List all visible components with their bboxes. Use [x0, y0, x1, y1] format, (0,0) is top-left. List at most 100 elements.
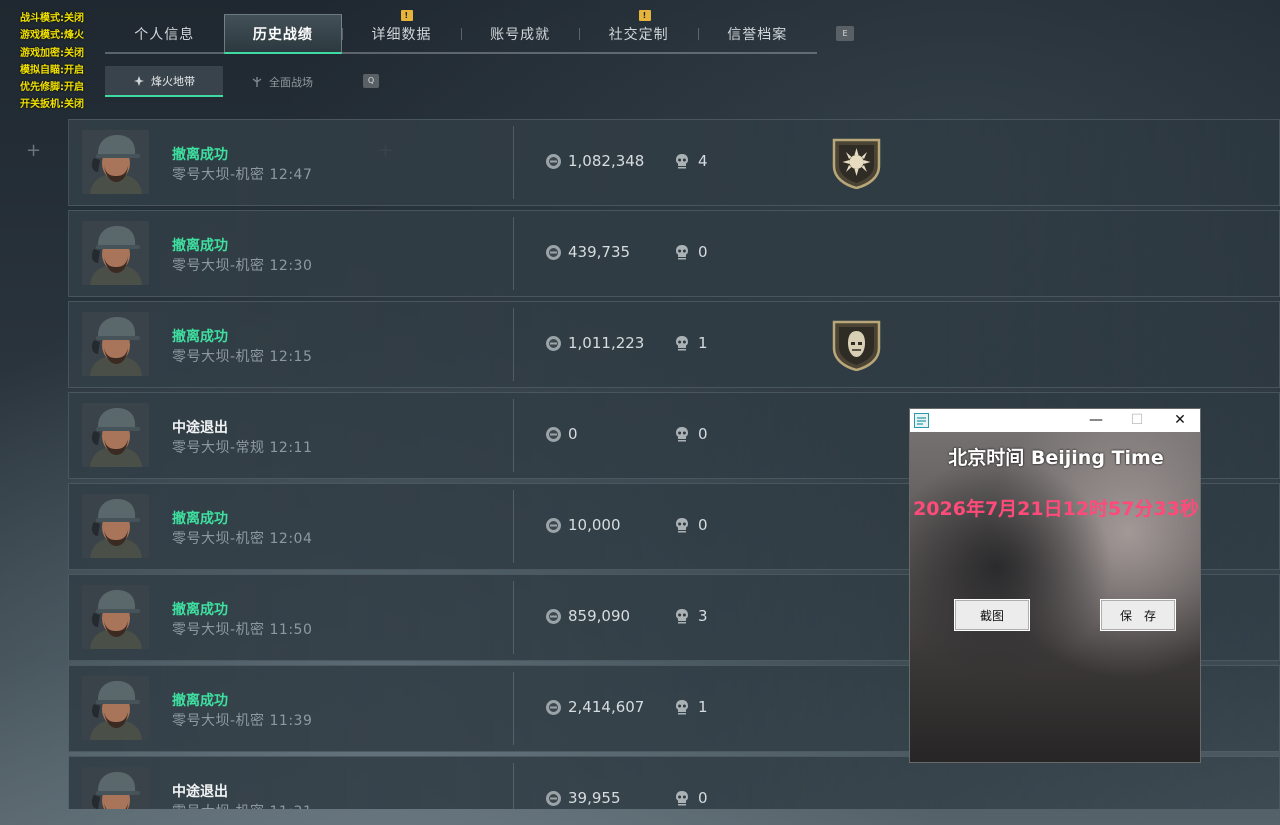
kill-count-text: 3	[698, 607, 708, 625]
operator-avatar	[82, 767, 149, 809]
operator-portrait-icon	[82, 494, 149, 558]
tab-social-customization[interactable]: 社交定制 !	[579, 10, 698, 54]
coin-icon	[546, 426, 561, 442]
map-and-time: 零号大坝-常规 12:11	[172, 440, 313, 456]
kill-count: 0	[674, 789, 708, 807]
clock-datetime: 2026年7月21日12时57分33秒	[913, 498, 1199, 520]
tab-account-achievements[interactable]: 账号成就	[460, 14, 580, 54]
tab-match-history[interactable]: 历史战绩	[223, 14, 343, 54]
skull-icon	[676, 518, 688, 533]
overlay-line: 开关扳机:关闭	[20, 99, 84, 111]
skull-icon	[676, 154, 688, 169]
tab-personal-info[interactable]: 个人信息	[105, 14, 224, 54]
subtab-hazard-zone[interactable]: 烽火地带	[105, 66, 223, 97]
loot-value: 10,000	[545, 516, 621, 534]
row-divider	[513, 126, 514, 199]
alert-badge-icon: !	[400, 10, 413, 21]
row-divider	[513, 581, 514, 654]
skull-icon	[676, 427, 688, 442]
match-record-row[interactable]: 撤离成功 零号大坝-机密 12:47 1,082,348 4	[68, 119, 1280, 206]
extraction-status: 撤离成功	[172, 511, 228, 527]
operator-avatar	[82, 403, 149, 467]
loot-value: 859,090	[545, 607, 630, 625]
operator-portrait-icon	[82, 221, 149, 285]
coin-icon	[546, 153, 561, 169]
extraction-status: 撤离成功	[172, 693, 228, 709]
beijing-time-window: — ☐ ✕ 北京时间 Beijing Time 2026年7月21日12时57分…	[909, 408, 1201, 763]
extraction-status: 撤离成功	[172, 147, 228, 163]
loot-value: 2,414,607	[545, 698, 644, 716]
row-divider	[513, 217, 514, 290]
kill-count-text: 0	[698, 516, 708, 534]
skull-icon	[676, 609, 688, 624]
operator-avatar	[82, 312, 149, 376]
row-divider	[513, 672, 514, 745]
row-divider	[513, 308, 514, 381]
match-record-row[interactable]: 中途退出 零号大坝-机密 11:31 39,955 0	[68, 756, 1280, 809]
mask-emblem-icon	[832, 320, 881, 371]
tab-label: 信誉档案	[727, 27, 788, 43]
tab-label: 账号成就	[490, 27, 551, 43]
subtab-full-battlefield[interactable]: 全面战场	[223, 66, 341, 97]
operator-portrait-icon	[82, 312, 149, 376]
match-record-row[interactable]: 撤离成功 零号大坝-机密 12:15 1,011,223 1	[68, 301, 1280, 388]
coin-icon	[546, 335, 561, 351]
skull-icon	[676, 700, 688, 715]
row-divider	[513, 763, 514, 809]
tab-label: 历史战绩	[252, 26, 313, 43]
loot-value-text: 859,090	[568, 607, 631, 625]
operator-avatar	[82, 585, 149, 649]
tab-label: 个人信息	[134, 27, 195, 43]
kill-count-text: 1	[698, 334, 708, 352]
app-icon	[914, 413, 929, 428]
operator-portrait-icon	[82, 130, 149, 194]
loot-value: 1,082,348	[545, 152, 644, 170]
loot-value-text: 2,414,607	[568, 698, 645, 716]
coin-icon	[546, 790, 561, 806]
kill-count: 1	[674, 334, 708, 352]
tab-detailed-data[interactable]: 详细数据 !	[342, 10, 461, 54]
kill-count: 0	[674, 516, 708, 534]
save-button[interactable]: 保 存	[1100, 599, 1176, 631]
map-and-time: 零号大坝-机密 11:50	[172, 622, 313, 638]
kill-count-text: 0	[698, 789, 708, 807]
kill-count: 4	[674, 152, 708, 170]
crosshair-mark-icon: +	[26, 140, 42, 161]
overlay-line: 战斗模式:关闭	[20, 13, 84, 24]
window-titlebar[interactable]: — ☐ ✕	[910, 409, 1200, 432]
operator-portrait-icon	[82, 585, 149, 649]
extraction-status: 中途退出	[172, 420, 228, 436]
extraction-status: 中途退出	[172, 784, 228, 800]
loot-value-text: 1,082,348	[568, 152, 645, 170]
map-and-time: 零号大坝-机密 12:30	[172, 258, 313, 274]
operator-portrait-icon	[82, 767, 149, 809]
tab-label: 详细数据	[371, 27, 432, 43]
map-and-time: 零号大坝-机密 12:15	[172, 349, 313, 365]
loot-value-text: 0	[568, 425, 578, 443]
coin-icon	[546, 244, 561, 260]
map-and-time: 零号大坝-机密 12:47	[172, 167, 313, 183]
beacon-icon	[134, 75, 144, 86]
map-and-time: 零号大坝-机密 11:31	[172, 801, 312, 809]
extraction-status: 撤离成功	[172, 602, 228, 618]
tab-reputation-record[interactable]: 信誉档案	[697, 14, 817, 54]
main-tab-bar: 个人信息 历史战绩 详细数据 ! 账号成就 社交定制 ! 信誉档案	[105, 10, 817, 54]
overlay-line: 游戏加密:关闭	[20, 47, 84, 59]
loot-value: 1,011,223	[545, 334, 644, 352]
subtab-next-key-hint[interactable]: Q	[363, 74, 379, 88]
minimize-button[interactable]: —	[1076, 409, 1116, 432]
tab-next-key-hint[interactable]: E	[836, 26, 854, 41]
kill-count: 0	[674, 243, 708, 261]
overlay-status-panel: 战斗模式:关闭 游戏模式:烽火 游戏加密:关闭 模拟自瞄:开启 优先修脚:开启 …	[20, 10, 84, 114]
match-record-row[interactable]: 撤离成功 零号大坝-机密 12:30 439,735 0	[68, 210, 1280, 297]
kill-count: 0	[674, 425, 708, 443]
battlefield-icon	[252, 76, 262, 87]
operator-avatar	[82, 676, 149, 740]
row-divider	[513, 490, 514, 563]
close-button[interactable]: ✕	[1160, 409, 1200, 432]
screenshot-button[interactable]: 截图	[954, 599, 1030, 631]
overlay-line: 游戏模式:烽火	[20, 30, 84, 42]
map-and-time: 零号大坝-机密 12:04	[172, 531, 313, 547]
maximize-button[interactable]: ☐	[1117, 409, 1157, 432]
skull-icon	[676, 336, 688, 351]
